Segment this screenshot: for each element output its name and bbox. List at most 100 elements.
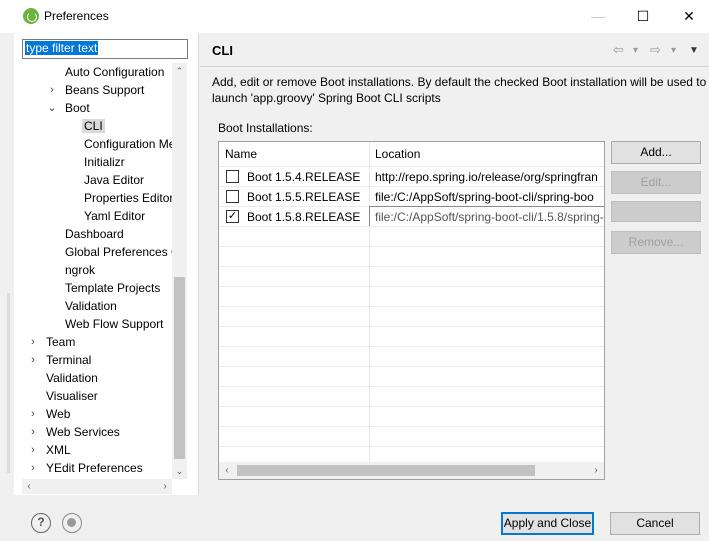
apply-and-close-button[interactable]: Apply and Close bbox=[501, 512, 594, 535]
tree-item-team[interactable]: › Team bbox=[31, 333, 76, 351]
tree-item-initializr[interactable]: Initializr bbox=[84, 153, 125, 171]
chevron-right-icon[interactable]: › bbox=[27, 405, 39, 423]
tree-item-ngrok[interactable]: ngrok bbox=[65, 261, 95, 279]
record-icon[interactable] bbox=[62, 513, 82, 533]
tree-item-label: Team bbox=[46, 335, 76, 349]
view-menu-icon[interactable]: ▼ bbox=[689, 45, 699, 56]
row-checkbox[interactable] bbox=[226, 170, 239, 183]
page-title: CLI bbox=[212, 43, 233, 58]
preference-tree: Auto Configuration › Beans Support ⌄ Boo… bbox=[22, 63, 172, 479]
scroll-up-icon[interactable]: ⌃ bbox=[172, 63, 187, 79]
table-row[interactable]: Boot 1.5.5.RELEASE file:/C:/AppSoft/spri… bbox=[219, 186, 604, 206]
tree-horizontal-scrollbar[interactable]: ‹ › bbox=[22, 479, 172, 494]
scroll-left-icon[interactable]: ‹ bbox=[22, 479, 36, 494]
tree-item-label: Dashboard bbox=[65, 227, 124, 241]
table-horizontal-scrollbar[interactable]: ‹ › bbox=[219, 462, 604, 479]
tree-item-xml[interactable]: › XML bbox=[31, 441, 71, 459]
tree-item-label: Visualiser bbox=[46, 389, 98, 403]
row-location-tooltip: file:/C:/AppSoft/spring-boot-cli/1.5.8/s… bbox=[369, 206, 604, 227]
edit-button[interactable]: Edit... bbox=[611, 171, 701, 194]
spring-logo-icon bbox=[23, 8, 39, 24]
edge-shadow bbox=[7, 293, 10, 473]
maximize-button[interactable]: ☐ bbox=[628, 4, 658, 28]
tree-item-label: Terminal bbox=[46, 353, 92, 367]
tree-item-configuration-metadata[interactable]: Configuration Me bbox=[84, 135, 172, 153]
table-row[interactable]: Boot 1.5.4.RELEASE http://repo.spring.io… bbox=[219, 166, 604, 186]
tree-item-label: Web Services bbox=[46, 425, 120, 439]
tree-item-validation-boot[interactable]: Validation bbox=[65, 297, 117, 315]
chevron-right-icon[interactable]: › bbox=[27, 459, 39, 477]
boot-installations-label: Boot Installations: bbox=[218, 121, 313, 135]
tree-item-label: Web Flow Support bbox=[65, 317, 164, 331]
boot-installations-table: Name Location Boot 1.5.4.RELEASE http://… bbox=[218, 141, 605, 480]
tree-item-web-services[interactable]: › Web Services bbox=[31, 423, 120, 441]
add-button[interactable]: Add... bbox=[611, 141, 701, 164]
tree-item-label: Yaml Editor bbox=[84, 209, 146, 223]
tree-item-label: Auto Configuration bbox=[65, 65, 165, 79]
header-separator bbox=[200, 66, 709, 67]
row-checkbox-checked[interactable]: ✓ bbox=[226, 210, 239, 223]
forward-arrow-icon[interactable]: ⇨ bbox=[650, 42, 661, 58]
row-name: Boot 1.5.8.RELEASE bbox=[247, 210, 361, 224]
tree-item-boot[interactable]: ⌄ Boot bbox=[47, 99, 90, 117]
table-row-empty bbox=[219, 366, 604, 386]
chevron-right-icon[interactable]: › bbox=[46, 81, 58, 99]
scroll-right-icon[interactable]: › bbox=[588, 462, 604, 479]
cancel-button[interactable]: Cancel bbox=[610, 512, 700, 535]
table-row-empty bbox=[219, 346, 604, 366]
chevron-right-icon[interactable]: › bbox=[27, 333, 39, 351]
window-left-edge bbox=[0, 33, 12, 541]
scroll-down-icon[interactable]: ⌄ bbox=[172, 463, 187, 479]
back-arrow-icon[interactable]: ⇦ bbox=[613, 42, 624, 58]
column-header-name[interactable]: Name bbox=[219, 142, 369, 166]
close-button[interactable]: ✕ bbox=[674, 4, 704, 28]
scroll-right-icon[interactable]: › bbox=[158, 479, 172, 494]
table-row[interactable]: ✓ Boot 1.5.8.RELEASE file:/C:/AppSoft/sp… bbox=[219, 206, 604, 227]
tree-item-template-projects[interactable]: Template Projects bbox=[65, 279, 160, 297]
table-row-empty bbox=[219, 226, 604, 246]
tree-item-properties-editor[interactable]: Properties Editor bbox=[84, 189, 172, 207]
row-checkbox[interactable] bbox=[226, 190, 239, 203]
tree-item-cli[interactable]: CLI bbox=[82, 117, 105, 135]
back-dropdown-icon[interactable]: ▾ bbox=[633, 45, 638, 56]
tree-item-label: Global Preferences C bbox=[65, 245, 172, 259]
table-row-empty bbox=[219, 306, 604, 326]
tree-vertical-scrollbar[interactable]: ⌃ ⌄ bbox=[172, 63, 187, 479]
tree-item-web[interactable]: › Web bbox=[31, 405, 70, 423]
tree-item-dashboard[interactable]: Dashboard bbox=[65, 225, 124, 243]
table-row-empty bbox=[219, 326, 604, 346]
tree-item-yaml-editor[interactable]: Yaml Editor bbox=[84, 207, 145, 225]
tree-item-label: Properties Editor bbox=[84, 191, 172, 205]
tree-item-visualiser[interactable]: Visualiser bbox=[46, 387, 98, 405]
scroll-left-icon[interactable]: ‹ bbox=[219, 462, 235, 479]
tree-item-label: Beans Support bbox=[65, 83, 145, 97]
chevron-right-icon[interactable]: › bbox=[27, 351, 39, 369]
column-header-location[interactable]: Location bbox=[369, 142, 604, 166]
chevron-down-icon[interactable]: ⌄ bbox=[46, 99, 58, 117]
tree-item-label: ngrok bbox=[65, 263, 96, 277]
tree-item-global-preferences[interactable]: Global Preferences C bbox=[65, 243, 172, 261]
filter-input[interactable]: type filter text bbox=[22, 39, 188, 59]
scrollbar-thumb[interactable] bbox=[237, 465, 535, 476]
remove-button[interactable]: Remove... bbox=[611, 231, 701, 254]
title-bar: Preferences — ☐ ✕ bbox=[0, 0, 709, 33]
hidden-button bbox=[611, 201, 701, 222]
tree-item-yedit-preferences[interactable]: › YEdit Preferences bbox=[31, 459, 143, 477]
tree-item-label: Boot bbox=[65, 101, 90, 115]
scrollbar-thumb[interactable] bbox=[174, 277, 185, 459]
chevron-right-icon[interactable]: › bbox=[27, 441, 39, 459]
table-row-empty bbox=[219, 286, 604, 306]
table-row-empty bbox=[219, 406, 604, 426]
tree-item-validation[interactable]: Validation bbox=[46, 369, 98, 387]
tree-item-java-editor[interactable]: Java Editor bbox=[84, 171, 144, 189]
forward-dropdown-icon[interactable]: ▾ bbox=[671, 45, 676, 56]
window-title: Preferences bbox=[44, 9, 109, 23]
help-icon[interactable]: ? bbox=[31, 513, 51, 533]
tree-item-beans-support[interactable]: › Beans Support bbox=[50, 81, 145, 99]
tree-item-auto-configuration[interactable]: Auto Configuration bbox=[65, 63, 164, 81]
chevron-right-icon[interactable]: › bbox=[27, 423, 39, 441]
minimize-button[interactable]: — bbox=[583, 4, 613, 28]
table-row-empty bbox=[219, 246, 604, 266]
tree-item-terminal[interactable]: › Terminal bbox=[31, 351, 92, 369]
tree-item-web-flow-support[interactable]: Web Flow Support bbox=[65, 315, 164, 333]
